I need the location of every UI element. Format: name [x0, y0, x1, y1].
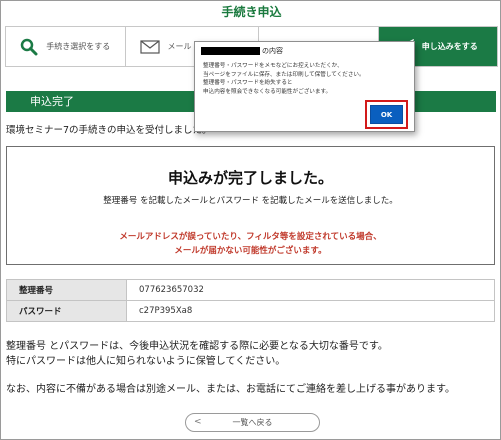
- completion-subtitle: 整理番号 を記載したメールとパスワード を記載したメールを送信しました。: [103, 196, 398, 206]
- reference-number-label: 整理番号: [6, 279, 127, 301]
- dialog-message-line: 当ページをファイルに保存、または印刷して保管してください。: [203, 71, 365, 78]
- back-button-label: 一覧へ戻る: [232, 418, 273, 427]
- email-warning-line: メールが届かない可能性がございます。: [174, 246, 327, 256]
- note-line: 特にパスワードは他人に知られないように保管してください。: [6, 356, 286, 367]
- completion-box: 申込みが完了しました。 整理番号 を記載したメールとパスワード を記載したメール…: [6, 146, 495, 265]
- mail-icon: [139, 39, 160, 54]
- step-select-procedure: 手続き選択をする: [6, 27, 126, 66]
- back-to-list-button[interactable]: < 一覧へ戻る: [185, 413, 320, 432]
- password-value: c27P395Xa8: [126, 300, 495, 322]
- page-title: 手続き申込: [221, 5, 282, 19]
- email-warning-line: メールアドレスが誤っていたり、フィルタ等を設定されている場合、: [119, 232, 382, 242]
- dialog-message-line: 申込内容を照会できなくなる可能性がございます。: [203, 88, 332, 95]
- important-note: 整理番号 とパスワードは、今後申込状況を確認する際に必要となる大切な番号です。 …: [6, 339, 388, 369]
- chevron-left-icon: <: [194, 417, 202, 427]
- dialog-message: 整理番号・パスワードをメモなどにお控えいただくか、 当ページをファイルに保存、ま…: [203, 62, 365, 96]
- note-line: 整理番号 とパスワードは、今後申込状況を確認する際に必要となる大切な番号です。: [6, 341, 388, 352]
- redacted-origin: [201, 47, 260, 55]
- contact-note: なお、内容に不備がある場合は別途メール、または、お電話にてご連絡を差し上げる事が…: [6, 384, 455, 395]
- credentials-table: 整理番号 077623657032 パスワード c27P395Xa8: [6, 279, 495, 322]
- ok-button[interactable]: OK: [370, 105, 403, 124]
- email-warning: メールアドレスが誤っていたり、フィルタ等を設定されている場合、 メールが届かない…: [7, 230, 494, 258]
- completion-title: 申込みが完了しました。: [167, 169, 333, 187]
- step-label: メール: [167, 42, 192, 51]
- alert-dialog: の内容 整理番号・パスワードをメモなどにお控えいただくか、 当ページをファイルに…: [194, 41, 415, 132]
- step-label: 手続き選択をする: [46, 42, 111, 51]
- received-message: 環境セミナー7の手続きの申込を受付しました。: [6, 125, 212, 136]
- page-frame: 手続き申込 手続き選択をする メール 申し込みをする 申込完了 環境セミナー7の…: [0, 0, 501, 440]
- step-label: 申し込みをする: [421, 42, 478, 51]
- dialog-message-line: 整理番号・パスワードを紛失すると: [203, 80, 293, 86]
- table-row: パスワード c27P395Xa8: [6, 300, 495, 322]
- password-label: パスワード: [6, 300, 127, 322]
- search-icon: [21, 38, 38, 55]
- table-row: 整理番号 077623657032: [6, 279, 495, 301]
- dialog-title-suffix: の内容: [262, 47, 283, 55]
- dialog-title: の内容: [201, 47, 283, 56]
- dialog-message-line: 整理番号・パスワードをメモなどにお控えいただくか、: [203, 63, 343, 69]
- reference-number-value: 077623657032: [126, 279, 495, 301]
